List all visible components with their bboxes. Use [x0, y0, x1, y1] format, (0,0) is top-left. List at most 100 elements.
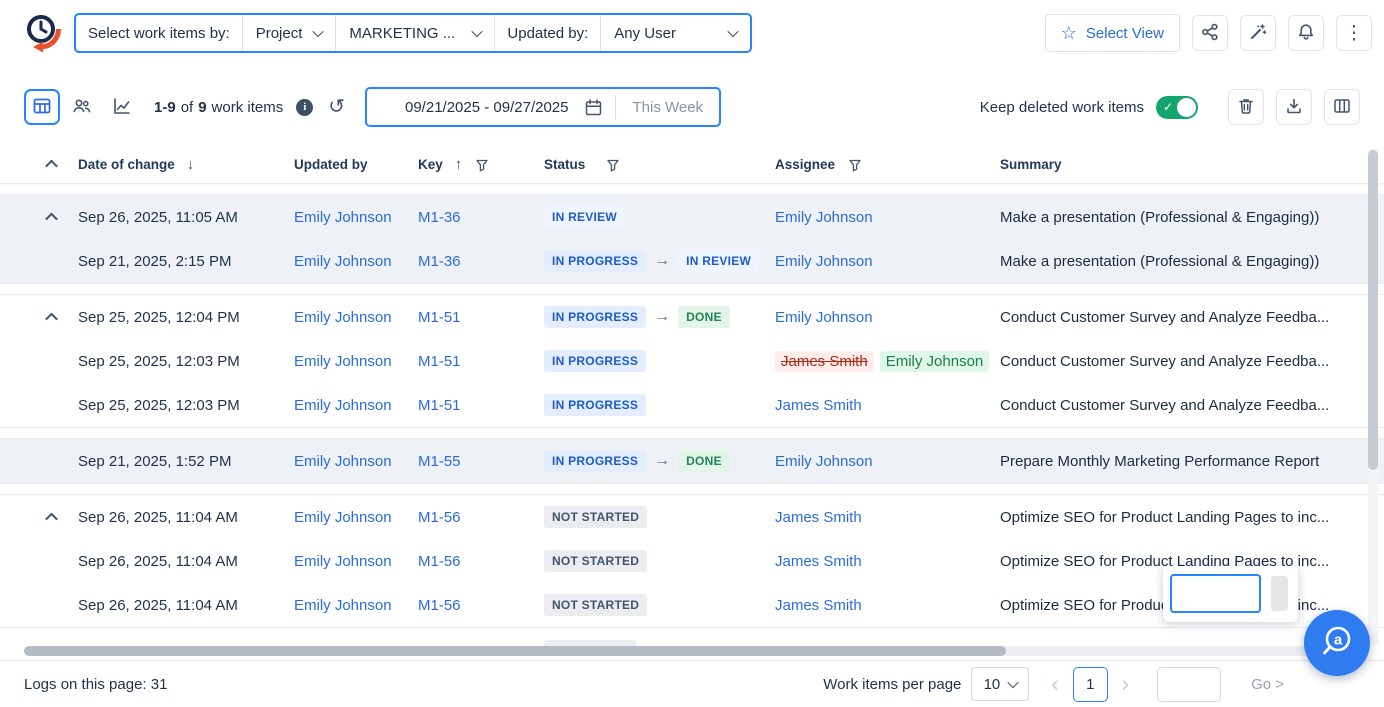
- cell-assignee: Emily Johnson: [775, 309, 1000, 326]
- updated-by-link[interactable]: Emily Johnson: [294, 253, 392, 270]
- project-dropdown[interactable]: MARKETING ...: [335, 15, 495, 51]
- keep-deleted-toggle[interactable]: ✓: [1156, 96, 1198, 119]
- sort-asc-icon[interactable]: ↑: [455, 156, 463, 173]
- updated-by-link[interactable]: Emily Johnson: [294, 597, 392, 614]
- share-button[interactable]: [1192, 15, 1228, 51]
- work-item-key-link[interactable]: M1-36: [418, 209, 461, 226]
- work-items-count: 1-9 of 9 work items: [154, 99, 283, 116]
- assistant-fab-button[interactable]: a: [1304, 610, 1370, 676]
- updated-by-user-dropdown[interactable]: Any User: [600, 15, 750, 51]
- period-label: This Week: [616, 99, 719, 116]
- work-item-key-link[interactable]: M1-55: [418, 453, 461, 470]
- status-badge: IN REVIEW: [678, 250, 759, 272]
- sort-desc-icon[interactable]: ↓: [187, 156, 195, 173]
- summary-text: Make a presentation (Professional & Enga…: [1000, 209, 1319, 226]
- cell-date: Sep 21, 2025, 2:15 PM: [78, 253, 294, 270]
- cell-status: NOT STARTED: [544, 594, 775, 616]
- summary-text: Conduct Customer Survey and Analyze Feed…: [1000, 353, 1329, 370]
- select-view-button[interactable]: ☆ Select View: [1045, 14, 1180, 52]
- assignee-link[interactable]: James Smith: [775, 553, 862, 570]
- horizontal-scrollbar-thumb[interactable]: [24, 646, 1006, 656]
- chart-view-button[interactable]: [104, 89, 140, 125]
- cell-key: M1-51: [418, 353, 544, 370]
- date-value: Sep 25, 2025, 12:03 PM: [78, 353, 240, 370]
- assignee-link[interactable]: James Smith: [775, 509, 862, 526]
- cell-key: M1-36: [418, 253, 544, 270]
- work-item-key-link[interactable]: M1-51: [418, 353, 461, 370]
- filter-icon[interactable]: [848, 158, 862, 172]
- work-item-key-link[interactable]: M1-36: [418, 253, 461, 270]
- notifications-button[interactable]: [1288, 15, 1324, 51]
- updated-by-link[interactable]: Emily Johnson: [294, 453, 392, 470]
- cell-assignee: Emily Johnson: [775, 453, 1000, 470]
- vertical-scrollbar-thumb[interactable]: [1368, 150, 1378, 470]
- row-group: Sep 26, 2025, 11:05 AMEmily JohnsonM1-36…: [0, 194, 1384, 284]
- filter-by-dropdown[interactable]: Project: [242, 15, 336, 51]
- filter-icon[interactable]: [475, 158, 489, 172]
- assignee-added: Emily Johnson: [880, 351, 990, 372]
- per-page-select[interactable]: 10: [971, 667, 1029, 701]
- date-value: Sep 21, 2025, 1:52 PM: [78, 453, 231, 470]
- column-label: Assignee: [775, 157, 835, 172]
- work-item-key-link[interactable]: M1-56: [418, 597, 461, 614]
- assignee-link[interactable]: James Smith: [775, 597, 862, 614]
- refresh-history-icon[interactable]: ↺: [328, 97, 345, 117]
- cell-assignee: James Smith: [775, 509, 1000, 526]
- work-item-key-link[interactable]: M1-51: [418, 309, 461, 326]
- info-icon[interactable]: i: [296, 99, 313, 116]
- date-range-value[interactable]: 09/21/2025 - 09/27/2025: [367, 99, 584, 116]
- columns-settings-button[interactable]: [1324, 89, 1360, 125]
- delete-button[interactable]: [1228, 89, 1264, 125]
- row-collapse-toggle[interactable]: [24, 213, 78, 222]
- assignee-link[interactable]: Emily Johnson: [775, 453, 873, 470]
- download-button[interactable]: [1276, 89, 1312, 125]
- people-view-button[interactable]: [64, 89, 100, 125]
- app-root: Select work items by: Project MARKETING …: [0, 0, 1384, 707]
- filter-icon[interactable]: [606, 158, 620, 172]
- table-row: Sep 21, 2025, 2:15 PMEmily JohnsonM1-36I…: [0, 239, 1384, 283]
- work-item-key-link[interactable]: M1-51: [418, 397, 461, 414]
- table-row: Sep 21, 2025, 1:52 PMEmily JohnsonM1-55I…: [0, 439, 1384, 483]
- calendar-icon[interactable]: [584, 98, 603, 117]
- go-button[interactable]: Go >: [1251, 676, 1284, 693]
- table-view-button[interactable]: [24, 89, 60, 125]
- cell-updated-by: Emily Johnson: [294, 597, 418, 614]
- work-item-key-link[interactable]: M1-56: [418, 509, 461, 526]
- updated-by-link[interactable]: Emily Johnson: [294, 209, 392, 226]
- download-icon: [1285, 97, 1303, 118]
- status-badge: IN PROGRESS: [544, 394, 646, 416]
- updated-by-link[interactable]: Emily Johnson: [294, 553, 392, 570]
- cell-summary: Conduct Customer Survey and Analyze Feed…: [1000, 309, 1384, 326]
- vertical-scrollbar[interactable]: [1368, 148, 1378, 645]
- toggle-knob: [1177, 98, 1196, 117]
- updated-by-link[interactable]: Emily Johnson: [294, 509, 392, 526]
- work-item-key-link[interactable]: M1-56: [418, 553, 461, 570]
- assignee-link[interactable]: Emily Johnson: [775, 209, 873, 226]
- updated-by-link[interactable]: Emily Johnson: [294, 309, 392, 326]
- current-page-button[interactable]: 1: [1073, 667, 1108, 702]
- overlay-focused-box[interactable]: [1170, 574, 1261, 613]
- goto-page-input[interactable]: [1157, 667, 1221, 702]
- updated-by-link[interactable]: Emily Johnson: [294, 397, 392, 414]
- row-collapse-toggle[interactable]: [24, 313, 78, 322]
- star-icon: ☆: [1061, 24, 1077, 42]
- magic-wand-button[interactable]: [1240, 15, 1276, 51]
- horizontal-scrollbar[interactable]: [24, 646, 1356, 656]
- prev-page-icon[interactable]: ‹: [1051, 673, 1058, 695]
- assignee-link[interactable]: James Smith: [775, 397, 862, 414]
- assignee-link[interactable]: Emily Johnson: [775, 253, 873, 270]
- count-suffix: work items: [212, 99, 284, 116]
- updated-by-link[interactable]: Emily Johnson: [294, 353, 392, 370]
- cell-status: NOT STARTED: [544, 506, 775, 528]
- cell-date: Sep 26, 2025, 11:05 AM: [78, 209, 294, 226]
- row-collapse-toggle[interactable]: [24, 513, 78, 522]
- select-view-label: Select View: [1086, 25, 1164, 42]
- pagination: ‹ 1 › Go >: [1051, 667, 1284, 702]
- collapse-all-cell[interactable]: [24, 160, 78, 169]
- assignee-link[interactable]: Emily Johnson: [775, 309, 873, 326]
- next-page-icon[interactable]: ›: [1122, 673, 1129, 695]
- cell-assignee: James SmithEmily Johnson: [775, 351, 1000, 372]
- more-options-button[interactable]: ⋮: [1336, 15, 1372, 51]
- row-group: Sep 25, 2025, 12:04 PMEmily JohnsonM1-51…: [0, 294, 1384, 428]
- date-range-picker: 09/21/2025 - 09/27/2025 This Week: [365, 87, 721, 127]
